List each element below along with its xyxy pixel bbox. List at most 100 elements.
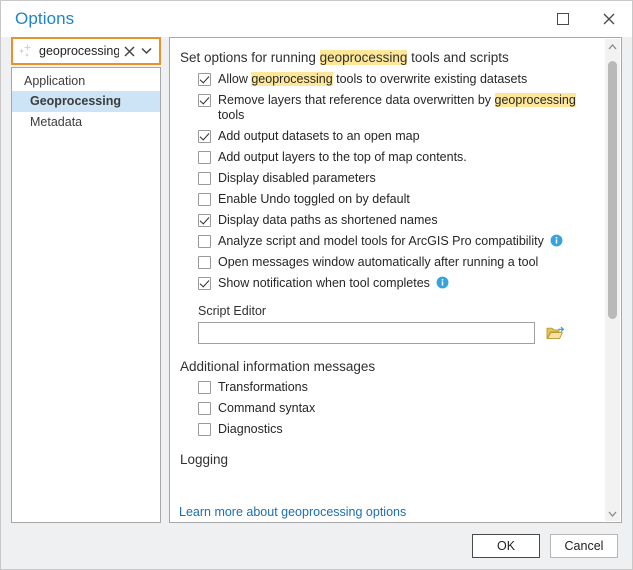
close-icon [602,12,616,26]
dialog-body: Application Geoprocessing Metadata Set o… [1,37,632,523]
open-folder-browse-icon [546,325,565,341]
script-editor-browse-button[interactable] [544,323,566,343]
info-icon[interactable] [550,234,563,247]
chevron-down-icon [141,47,152,55]
vertical-scrollbar[interactable] [605,39,620,521]
option-row[interactable]: Open messages window automatically after… [198,255,605,270]
checkbox-label: Analyze script and model tools for ArcGI… [218,234,563,249]
checkbox-label: Show notification when tool completes [218,276,449,291]
label-text: Diagnostics [218,422,283,436]
checkbox[interactable] [198,193,211,206]
option-row[interactable]: Add output datasets to an open map [198,129,605,144]
checkbox-label: Enable Undo toggled on by default [218,192,410,207]
checkbox-label: Display disabled parameters [218,171,376,186]
maximize-icon [557,13,569,25]
heading-text-after: tools and scripts [407,50,508,65]
checkbox[interactable] [198,381,211,394]
script-editor-input[interactable] [198,322,535,344]
page-title: Options [15,9,74,29]
label-text-before: Display disabled parameters [218,171,376,185]
learn-more-link[interactable]: Learn more about geoprocessing options [179,505,406,519]
option-row[interactable]: Enable Undo toggled on by default [198,192,605,207]
script-editor-row [198,322,605,344]
checkbox[interactable] [198,214,211,227]
search-input[interactable] [34,44,121,58]
close-button[interactable] [586,2,632,36]
sidebar-nav-list: Application Geoprocessing Metadata [11,67,161,523]
additional-info-row[interactable]: Transformations [198,380,605,395]
label-text: Command syntax [218,401,315,415]
chevron-up-icon [608,44,617,50]
sidebar: Application Geoprocessing Metadata [11,37,161,523]
checkbox[interactable] [198,73,211,86]
checkbox-label: Diagnostics [218,422,283,437]
label-text-before: Add output datasets to an open map [218,129,420,143]
additional-info-options-list: Transformations Command syntax Diagnostics [180,380,605,437]
chevron-down-icon [608,511,617,517]
label-text-after: tools to overwrite existing datasets [333,72,528,86]
maximize-button[interactable] [540,2,586,36]
options-content-panel: Set options for running geoprocessing to… [169,37,622,523]
label-highlight: geoprocessing [495,93,576,107]
options-content: Set options for running geoprocessing to… [170,38,605,522]
option-row[interactable]: Remove layers that reference data overwr… [198,93,605,123]
label-text-before: Display data paths as shortened names [218,213,438,227]
checkbox-label: Display data paths as shortened names [218,213,438,228]
label-text-before: Enable Undo toggled on by default [218,192,410,206]
option-row[interactable]: Show notification when tool completes [198,276,605,291]
label-text-before: Add output layers to the top of map cont… [218,150,467,164]
scrollbar-thumb[interactable] [608,61,617,319]
window-controls [540,1,632,37]
checkbox[interactable] [198,256,211,269]
additional-info-heading: Additional information messages [180,359,605,374]
label-highlight: geoprocessing [251,72,332,86]
label-text-before: Analyze script and model tools for ArcGI… [218,234,544,248]
label-text: Transformations [218,380,308,394]
option-row[interactable]: Add output layers to the top of map cont… [198,150,605,165]
option-row[interactable]: Allow geoprocessing tools to overwrite e… [198,72,605,87]
checkbox[interactable] [198,402,211,415]
checkbox-label: Allow geoprocessing tools to overwrite e… [218,72,527,87]
label-text-before: Open messages window automatically after… [218,255,538,269]
logging-heading: Logging [180,452,605,467]
checkbox[interactable] [198,423,211,436]
script-editor-label: Script Editor [198,304,605,318]
geoprocessing-options-list: Allow geoprocessing tools to overwrite e… [180,72,605,291]
label-text-after: tools [218,108,244,122]
additional-info-row[interactable]: Command syntax [198,401,605,416]
search-dropdown-button[interactable] [138,41,155,61]
label-text-before: Show notification when tool completes [218,276,430,290]
heading-text-before: Set options for running [180,50,320,65]
checkbox[interactable] [198,94,211,107]
scroll-up-button[interactable] [605,39,620,54]
option-row[interactable]: Display data paths as shortened names [198,213,605,228]
checkbox[interactable] [198,235,211,248]
checkbox[interactable] [198,277,211,290]
close-icon [124,46,135,57]
search-box[interactable] [11,37,161,65]
label-text-before: Allow [218,72,251,86]
options-dialog: Options [0,0,633,570]
checkbox-label: Add output datasets to an open map [218,129,420,144]
info-icon[interactable] [436,276,449,289]
checkbox[interactable] [198,130,211,143]
additional-info-row[interactable]: Diagnostics [198,422,605,437]
scroll-down-button[interactable] [605,506,620,521]
sidebar-item-geoprocessing[interactable]: Geoprocessing [12,91,160,112]
checkbox-label: Transformations [218,380,308,395]
option-row[interactable]: Display disabled parameters [198,171,605,186]
title-bar: Options [1,1,632,37]
cancel-button[interactable]: Cancel [550,534,618,558]
sidebar-item-metadata[interactable]: Metadata [12,112,160,133]
ok-button[interactable]: OK [472,534,540,558]
checkbox[interactable] [198,172,211,185]
checkbox[interactable] [198,151,211,164]
option-row[interactable]: Analyze script and model tools for ArcGI… [198,234,605,249]
sparkle-search-icon [18,43,34,59]
checkbox-label: Add output layers to the top of map cont… [218,150,467,165]
options-heading: Set options for running geoprocessing to… [180,50,605,65]
heading-highlight: geoprocessing [320,50,408,65]
sidebar-group-application: Application [12,71,160,91]
search-clear-button[interactable] [121,41,138,61]
checkbox-label: Remove layers that reference data overwr… [218,93,605,123]
